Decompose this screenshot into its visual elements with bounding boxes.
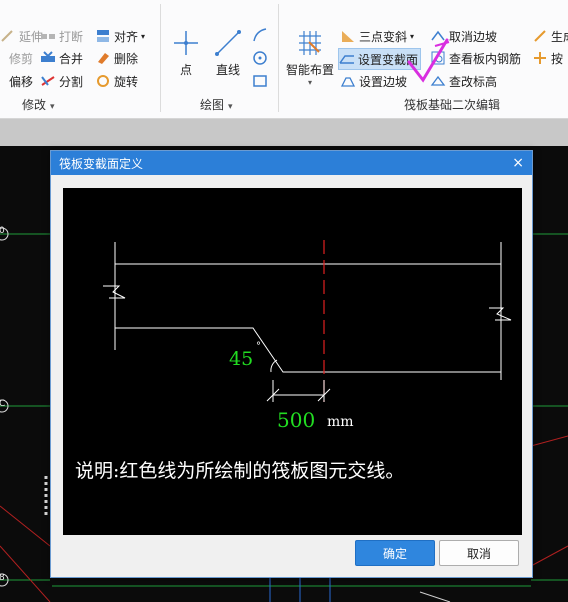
split-icon: [40, 73, 56, 89]
offset-icon: [0, 73, 6, 89]
extend-icon: [0, 28, 16, 44]
dimension-value: 500: [277, 408, 316, 432]
variable-section-icon: [339, 51, 355, 67]
right-break-mark: [489, 307, 512, 321]
axis-bubble-label: C: [0, 399, 6, 409]
rotate-button[interactable]: 旋转: [95, 71, 138, 91]
three-point-slope-button[interactable]: 三点变斜 ▾: [340, 26, 414, 46]
generate-button[interactable]: 生成: [532, 26, 568, 46]
left-break-mark: [103, 285, 126, 299]
ok-button[interactable]: 确定: [355, 540, 435, 566]
dimension-extension-lines: [272, 380, 325, 402]
break-button[interactable]: 打断: [40, 26, 83, 46]
divider: [278, 4, 279, 112]
rectangle-icon: [252, 75, 268, 92]
break-icon: [40, 28, 56, 44]
chevron-down-icon: ▾: [307, 78, 312, 87]
angle-label: 45: [229, 348, 254, 370]
modify-group-label[interactable]: 修改 ▾: [22, 96, 55, 113]
chevron-down-icon: ▾: [50, 102, 55, 112]
degree-mark: °: [256, 341, 261, 352]
dimension-unit: mm: [327, 414, 354, 430]
ribbon-toolbar: 延伸 打断 对齐 ▾ 修剪 合并 删除 偏移 分割 旋转 修改 ▾ 点 直线 绘…: [0, 0, 568, 119]
chevron-down-icon: ▾: [141, 31, 146, 41]
point-icon: [170, 28, 202, 61]
draw-group-label[interactable]: 绘图 ▾: [200, 96, 233, 113]
arc-tool-button[interactable]: [252, 27, 268, 46]
divider: [160, 4, 161, 112]
tab-strip: [0, 119, 568, 146]
trim-icon: [0, 50, 6, 66]
axis-bubble-label: 0: [0, 226, 5, 236]
line-icon: [210, 28, 246, 61]
set-slope-icon: [340, 73, 356, 89]
slope-icon: [340, 28, 356, 44]
slab-bottom-line: [115, 327, 501, 373]
by-button[interactable]: 按: [532, 48, 563, 68]
extend-button[interactable]: 延伸: [0, 26, 43, 46]
rectangle-tool-button[interactable]: [252, 73, 268, 92]
cancel-button[interactable]: 取消: [439, 540, 519, 566]
preview-note: 说明:红色线为所绘制的筏板图元交线。: [75, 460, 405, 482]
circle-icon: [252, 51, 268, 69]
section-preview: 45 ° 500 mm 说明:红色线为所绘制的筏板图元交线。: [63, 188, 522, 535]
checkmark-annotation: [407, 38, 450, 83]
dialog-title: 筏板变截面定义: [59, 156, 144, 171]
delete-button[interactable]: 删除: [95, 48, 138, 68]
generate-icon: [532, 28, 548, 44]
dialog-titlebar[interactable]: 筏板变截面定义 ×: [51, 151, 532, 175]
rotate-icon: [95, 73, 111, 89]
circle-tool-button[interactable]: [252, 50, 268, 69]
trim-button[interactable]: 修剪: [0, 48, 33, 68]
eraser-icon: [95, 50, 111, 66]
merge-icon: [40, 50, 56, 66]
set-slope-button[interactable]: 设置边坡: [340, 71, 407, 91]
by-icon: [532, 50, 548, 66]
close-icon[interactable]: ×: [512, 155, 524, 171]
split-button[interactable]: 分割: [40, 71, 83, 91]
line-button[interactable]: 直线: [210, 28, 246, 78]
merge-button[interactable]: 合并: [40, 48, 83, 68]
point-button[interactable]: 点: [170, 28, 202, 78]
arc-icon: [252, 28, 268, 46]
align-button[interactable]: 对齐 ▾: [95, 26, 145, 46]
variable-section-dialog: 筏板变截面定义 × 45 ° 500 mm 说明:红色线为所绘制的筏板图元交线。: [50, 150, 533, 578]
smart-layout-button[interactable]: 智能布置 ▾: [284, 28, 336, 87]
axis-bubble-label: 8: [0, 573, 5, 583]
align-icon: [95, 28, 111, 44]
raft-group-label: 筏板基础二次编辑: [404, 98, 501, 112]
grid-layout-icon: [284, 28, 336, 61]
offset-button[interactable]: 偏移: [0, 71, 33, 91]
chevron-down-icon: ▾: [228, 102, 233, 112]
